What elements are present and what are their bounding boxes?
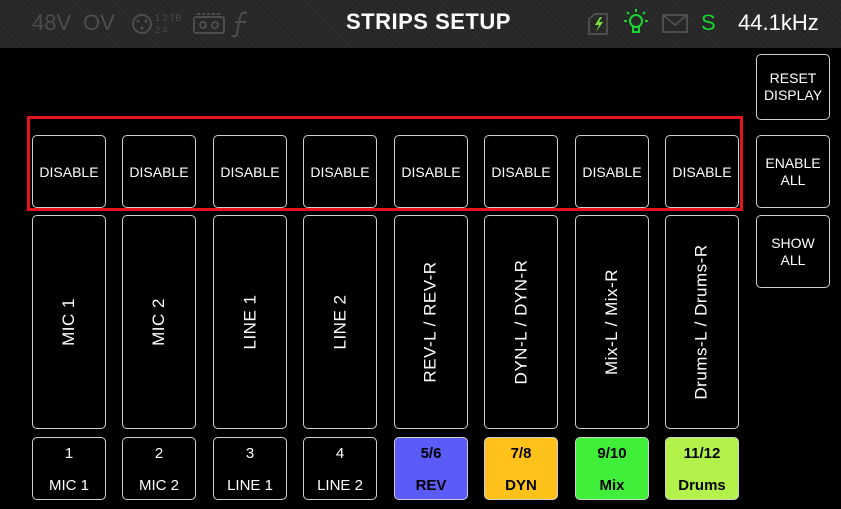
channel-number: 3 <box>245 445 255 462</box>
enable-all-label: ENABLE ALL <box>765 154 821 188</box>
channel-number: 9/10 <box>597 445 627 462</box>
overload-indicator: OV <box>83 10 115 35</box>
xlr-routing-icon: 1 3 TB 2 4 <box>131 11 187 42</box>
flash-card-icon <box>585 11 611 42</box>
channel-name: Drums <box>678 477 726 494</box>
channel-button-7[interactable]: 9/10 Mix <box>575 437 649 500</box>
channel-number: 1 <box>64 445 74 462</box>
strip-label: MIC 1 <box>59 298 78 346</box>
tape-icon <box>193 13 225 40</box>
f-icon <box>231 10 253 43</box>
enable-all-button[interactable]: ENABLE ALL <box>756 135 830 208</box>
strip-label: LINE 2 <box>329 294 349 350</box>
strip-button-4[interactable]: LINE 2 <box>303 215 377 429</box>
lightbulb-icon <box>620 7 652 44</box>
strip-label: MIC 2 <box>149 298 168 346</box>
strip-label: Drums-L / Drums-R <box>692 244 712 400</box>
strip-button-8[interactable]: Drums-L / Drums-R <box>665 215 739 429</box>
channel-name: DYN <box>505 477 537 494</box>
channel-name: Mix <box>599 477 625 494</box>
channel-name: REV <box>415 477 447 494</box>
channel-name: MIC 1 <box>48 477 89 494</box>
reset-display-label: RESET DISPLAY <box>763 70 823 103</box>
channel-button-6[interactable]: 7/8 DYN <box>484 437 558 500</box>
status-bar: 48V OV 1 3 TB 2 4 STRIPS SETUP S 44.1kHz <box>0 0 841 48</box>
phantom-power-indicator: 48V <box>32 10 72 35</box>
svg-text:1 3 TB: 1 3 TB <box>155 13 181 23</box>
show-all-button[interactable]: SHOW ALL <box>756 215 830 288</box>
strip-button-2[interactable]: MIC 2 <box>122 215 196 429</box>
highlight-frame <box>27 116 743 211</box>
channel-name: MIC 2 <box>138 477 179 494</box>
s-indicator: S <box>701 10 716 35</box>
strip-button-5[interactable]: REV-L / REV-R <box>394 215 468 429</box>
strip-label: DYN-L / DYN-R <box>511 259 531 385</box>
mail-icon <box>662 14 690 39</box>
channel-button-2[interactable]: 2 MIC 2 <box>122 437 196 500</box>
reset-display-button[interactable]: RESET DISPLAY <box>756 54 830 120</box>
strip-button-1[interactable]: MIC 1 <box>32 215 106 429</box>
page-title: STRIPS SETUP <box>346 9 511 34</box>
strip-button-7[interactable]: Mix-L / Mix-R <box>575 215 649 429</box>
strip-label: LINE 1 <box>239 294 259 350</box>
show-all-label: SHOW ALL <box>771 234 815 268</box>
channel-name: LINE 1 <box>227 477 273 494</box>
channel-number: 7/8 <box>510 445 532 462</box>
channel-number: 5/6 <box>420 445 442 462</box>
strip-button-3[interactable]: LINE 1 <box>213 215 287 429</box>
strip-label: Mix-L / Mix-R <box>602 269 621 375</box>
channel-button-3[interactable]: 3 LINE 1 <box>213 437 287 500</box>
channel-button-8[interactable]: 11/12 Drums <box>665 437 739 500</box>
channel-button-1[interactable]: 1 MIC 1 <box>32 437 106 500</box>
channel-number: 11/12 <box>683 445 721 462</box>
strip-button-6[interactable]: DYN-L / DYN-R <box>484 215 558 429</box>
sample-rate: 44.1kHz <box>738 10 819 35</box>
channel-number: 2 <box>154 445 164 462</box>
channel-name: LINE 2 <box>317 477 363 494</box>
strip-label: REV-L / REV-R <box>421 261 441 383</box>
channel-button-5[interactable]: 5/6 REV <box>394 437 468 500</box>
channel-number: 4 <box>335 445 345 462</box>
svg-text:2 4: 2 4 <box>155 25 168 35</box>
channel-button-4[interactable]: 4 LINE 2 <box>303 437 377 500</box>
